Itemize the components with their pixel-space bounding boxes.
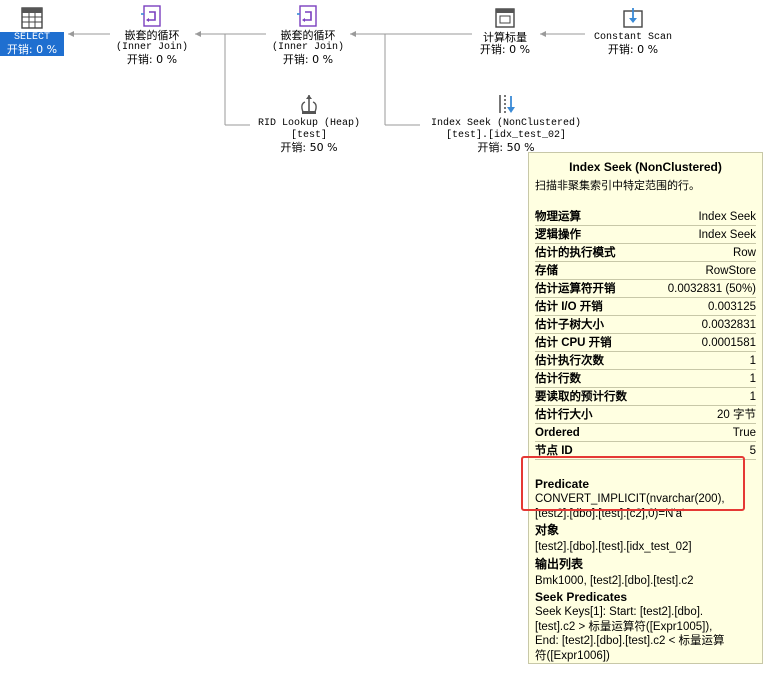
tooltip-row: 估计行数 1 [535,371,756,388]
compute-scalar-icon [495,8,515,28]
tooltip-seek-predicates-section: Seek Predicates Seek Keys[1]: Start: [te… [529,590,762,663]
constant-scan-icon [623,8,643,28]
row-key: 估计执行次数 [535,355,604,367]
seek-predicates-line-1: Seek Keys[1]: Start: [test2].[dbo]. [535,606,704,618]
row-value: Row [732,247,756,259]
nested2-cost: 开销: 0 % [282,53,334,66]
row-value: 1 [749,391,756,403]
nested1-cost: 开销: 0 % [126,53,178,66]
nested1-title: 嵌套的循环 [124,29,180,42]
row-key: 估计子树大小 [535,319,604,331]
tooltip-output-section: 输出列表 Bmk1000, [test2].[dbo].[test].c2 [529,557,762,589]
row-key: 估计 I/O 开销 [535,301,603,313]
row-key: 存储 [535,265,558,277]
object-value: [test2].[dbo].[test].[idx_test_02] [535,541,692,553]
select-node-cost: 开销: 0 % [0,44,64,56]
output-value: Bmk1000, [test2].[dbo].[test].c2 [535,574,694,587]
row-key: 估计的执行模式 [535,247,616,259]
tooltip-row: Ordered True [535,425,756,442]
row-value: Index Seek [698,211,756,223]
row-value: RowStore [705,265,757,277]
predicate-highlight-box [521,456,745,511]
seek-title: Index Seek (NonClustered) [430,118,582,129]
tooltip-row: 估计执行次数 1 [535,353,756,370]
tooltip-row: 估计 CPU 开销 0.0001581 [535,335,756,352]
row-value: Index Seek [698,229,756,241]
rid-cost: 开销: 50 % [280,141,338,154]
tooltip-row: 估计行大小 20 字节 [535,407,756,424]
object-heading: 对象 [535,523,560,537]
nested-loops-icon [297,5,317,27]
tooltip-row: 逻辑操作 Index Seek [535,227,756,244]
tooltip-row: 估计 I/O 开销 0.003125 [535,299,756,316]
tooltip-row: 估计子树大小 0.0032831 [535,317,756,334]
select-table-icon [21,7,43,29]
rid-title: RID Lookup (Heap) [257,118,361,129]
row-value: 1 [749,355,756,367]
index-seek-icon [499,95,515,113]
plan-node-constant-scan[interactable]: Constant Scan 开销: 0 % [585,6,681,56]
constant-cost: 开销: 0 % [607,43,659,56]
row-value: 20 字节 [717,409,756,421]
nested-loops-icon [141,5,161,27]
plan-node-nested-loops-2[interactable]: 嵌套的循环 (Inner Join) 开销: 0 % [266,4,350,66]
row-key: 物理运算 [535,211,581,223]
row-key: 估计行数 [535,373,581,385]
tooltip-title: Index Seek (NonClustered) [569,160,722,174]
plan-node-compute-scalar[interactable]: 计算标量 开销: 0 % [472,6,538,56]
row-key: 要读取的预计行数 [535,391,627,403]
rid-lookup-icon [301,95,317,114]
row-key: 估计运算符开销 [535,283,616,295]
row-value: 0.0032831 [701,319,756,331]
row-value: 0.0032831 (50%) [667,283,756,295]
plan-node-select[interactable]: SELECT 开销: 0 % [0,6,64,56]
tooltip-row: 估计的执行模式 Row [535,245,756,262]
row-value: 0.003125 [708,301,756,313]
plan-node-rid-lookup[interactable]: RID Lookup (Heap) [test] 开销: 50 % [250,92,368,154]
nested2-title: 嵌套的循环 [280,29,336,42]
row-key: 估计行大小 [535,409,593,421]
seek-predicates-line-3: End: [test2].[dbo].[test].c2 < 标量运算 [535,635,725,647]
row-key: Ordered [535,427,580,439]
tooltip-description: 扫描非聚集索引中特定范围的行。 [535,180,700,192]
plan-node-nested-loops-1[interactable]: 嵌套的循环 (Inner Join) 开销: 0 % [110,4,194,66]
row-value: True [732,427,756,439]
row-key: 估计 CPU 开销 [535,337,612,349]
index-seek-tooltip: Index Seek (NonClustered) 扫描非聚集索引中特定范围的行… [528,152,763,664]
row-value: 0.0001581 [701,337,756,349]
plan-node-index-seek[interactable]: Index Seek (NonClustered) [test].[idx_te… [420,92,592,154]
tooltip-row: 存储 RowStore [535,263,756,280]
tooltip-row: 估计运算符开销 0.0032831 (50%) [535,281,756,298]
compute-cost: 开销: 0 % [479,43,531,56]
row-value: 1 [749,373,756,385]
row-key: 逻辑操作 [535,229,581,241]
row-value: 5 [749,445,756,457]
tooltip-row: 要读取的预计行数 1 [535,389,756,406]
seek-predicates-heading: Seek Predicates [535,590,628,604]
seek-predicates-line-4: 符([Expr1006]) [535,649,610,662]
tooltip-row: 物理运算 Index Seek [535,209,756,226]
tooltip-object-section: 对象 [test2].[dbo].[test].[idx_test_02] [529,523,762,555]
tooltip-property-grid: 物理运算 Index Seek 逻辑操作 Index Seek 估计的执行模式 Row… [529,209,762,460]
output-heading: 输出列表 [535,556,584,571]
seek-predicates-line-2: [test].c2 > 标量运算符([Expr1005]), [535,620,713,633]
